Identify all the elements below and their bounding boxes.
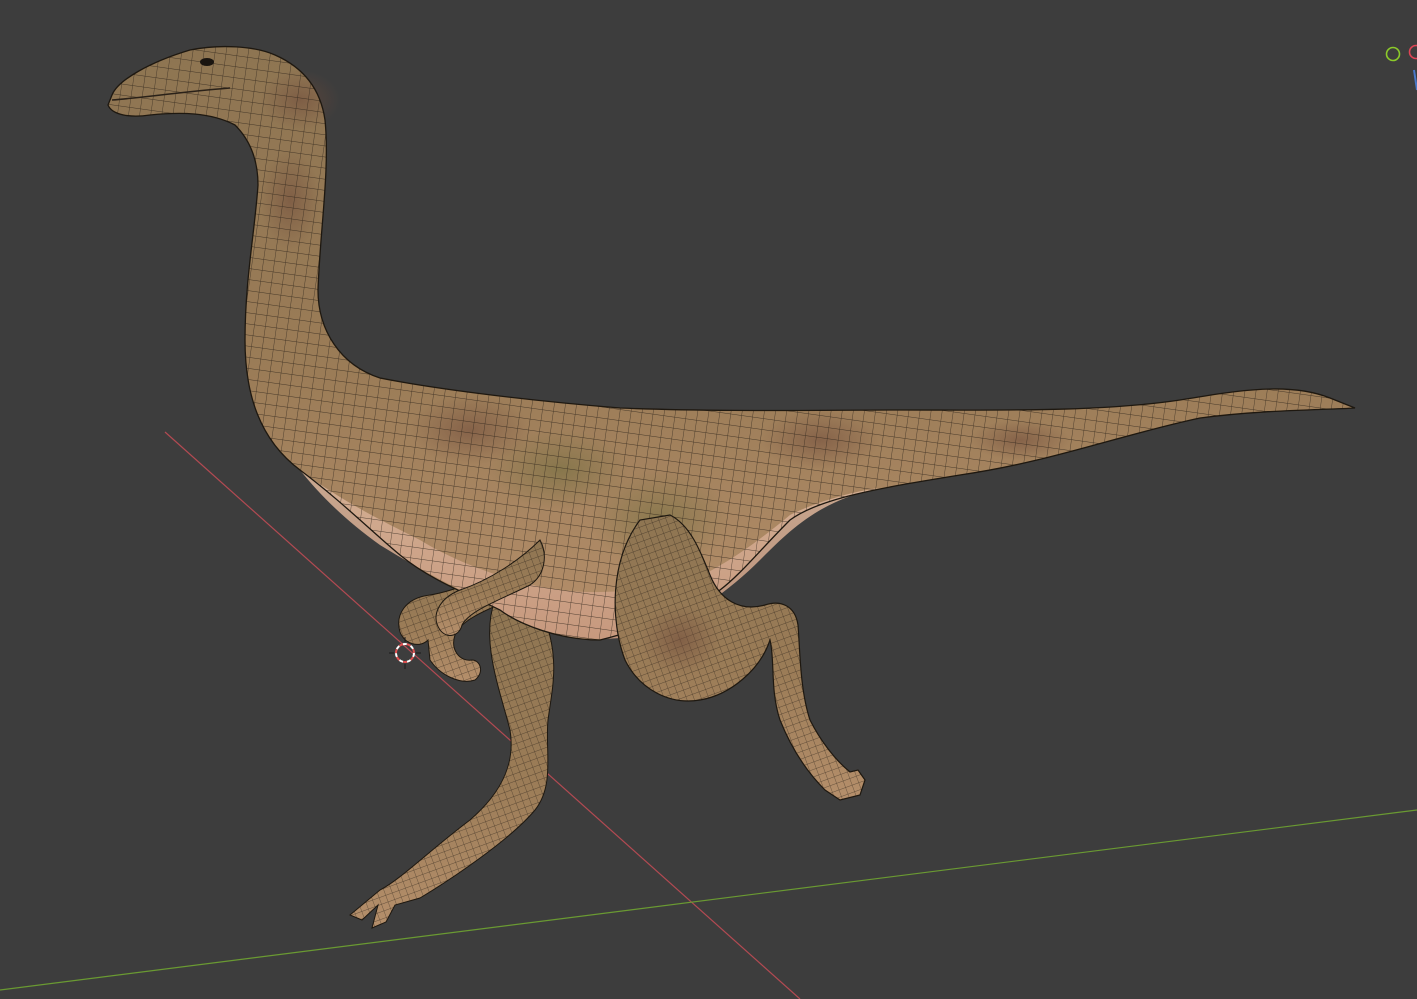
navigation-gizmo-x-icon[interactable]	[1408, 44, 1417, 60]
navigation-gizmo[interactable]	[1385, 44, 1417, 91]
navigation-gizmo-y-icon[interactable]	[1385, 46, 1401, 62]
dinosaur-mesh[interactable]	[107, 45, 1356, 929]
dinosaur-eye	[200, 58, 214, 66]
viewport-scene[interactable]	[0, 0, 1417, 999]
3d-viewport[interactable]	[0, 0, 1417, 999]
y-axis-line	[0, 809, 1417, 991]
